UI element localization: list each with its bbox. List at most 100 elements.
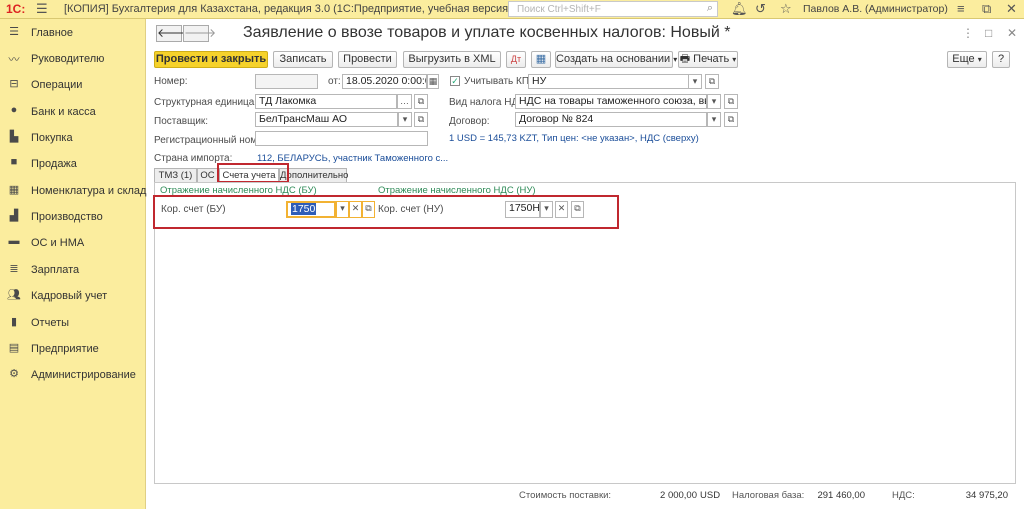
vat-type-select[interactable]: НДС на товары таможенного союза, ввоз [515, 94, 707, 109]
sidebar-item-label: Зарплата [31, 264, 80, 276]
history-icon[interactable]: ↺ [755, 1, 766, 17]
people-icon: 👥︎ [7, 289, 21, 301]
open-link-icon[interactable]: ⧉ [414, 112, 428, 127]
supplier-input[interactable]: БелТрансМаш АО [255, 112, 398, 127]
sidebar-item-label: Продажа [31, 158, 77, 170]
dt-kt-icon[interactable]: Дт [506, 51, 526, 68]
sidebar-item-salary[interactable]: ≣ Зарплата [0, 257, 146, 283]
rate-info-link[interactable]: 1 USD = 145,73 KZT, Тип цен: <не указан>… [449, 133, 699, 144]
create-based-on-button[interactable]: Создать на основании ▾ [555, 51, 677, 68]
tab-additional[interactable]: Дополнительно [279, 168, 348, 183]
open-link-icon[interactable]: ⧉ [724, 112, 738, 127]
sidebar-item-label: Руководителю [31, 53, 105, 65]
kpn-type-select[interactable]: НУ [528, 74, 702, 89]
taxbase-label: Налоговая база: [732, 490, 805, 501]
sidebar-item-enterprise[interactable]: ▤ Предприятие [0, 336, 146, 362]
reg-number-input[interactable] [255, 131, 428, 146]
close-form-icon[interactable]: ✕ [1007, 26, 1017, 40]
restore-window-icon[interactable]: ⧉ [982, 1, 991, 17]
forward-button[interactable]: 🡒 [183, 25, 216, 42]
dropdown-arrow-icon[interactable]: ▾ [398, 112, 412, 127]
dropdown-arrow-icon: ▾ [977, 55, 982, 64]
currency-value: USD [700, 490, 721, 501]
open-link-icon[interactable]: ⧉ [414, 94, 428, 109]
unit-label: Структурная единица: [154, 97, 258, 108]
sidebar-item-manager[interactable]: 〰 Руководителю [0, 46, 146, 72]
help-button[interactable]: ? [992, 51, 1010, 68]
dropdown-arrow-icon[interactable]: ▾ [688, 74, 702, 89]
sidebar-item-label: Отчеты [31, 317, 70, 329]
sidebar-item-sales[interactable]: ■ Продажа [0, 151, 146, 177]
sidebar-item-purchases[interactable]: ▙ Покупка [0, 125, 146, 151]
cart-icon: ▙ [9, 131, 19, 143]
tab-fixed-assets[interactable]: ОС [197, 168, 218, 183]
sidebar-item-label: Покупка [31, 132, 73, 144]
structure-icon[interactable]: ▦ [531, 51, 551, 68]
dropdown-arrow-icon: ▾ [673, 55, 678, 64]
dropdown-arrow-icon: ▾ [732, 55, 737, 64]
current-user[interactable]: Павлов А.В. (Администратор) [803, 3, 948, 15]
sidebar-item-label: Номенклатура и склад [31, 185, 147, 197]
date-input[interactable]: 18.05.2020 0:00:0 [342, 74, 427, 89]
sidebar-item-label: ОС и НМА [31, 237, 85, 249]
number-label: Номер: [154, 76, 188, 87]
reg-number-label: Регистрационный номер: [154, 135, 272, 146]
post-and-close-button[interactable]: Провести и закрыть [154, 51, 268, 68]
printer-icon: 🖶︎ [679, 53, 691, 65]
title-bar: 1С: ☰ [КОПИЯ] Бухгалтерия для Казахстана… [0, 0, 1024, 19]
calendar-icon[interactable]: ▦ [427, 74, 439, 89]
choose-button[interactable]: … [397, 94, 412, 109]
document-icon: ▤ [8, 342, 20, 354]
dropdown-arrow-icon[interactable]: ▾ [707, 112, 721, 127]
maximize-icon[interactable]: □ [985, 26, 992, 40]
menu-icon: ☰ [9, 26, 19, 38]
close-window-icon[interactable]: ✕ [1006, 1, 1017, 17]
tab-goods[interactable]: ТМЗ (1) [154, 168, 197, 183]
operations-icon: ⊟ [9, 78, 19, 90]
sidebar-item-label: Кадровый учет [31, 290, 108, 302]
search-icon[interactable]: ⌕ [707, 2, 713, 15]
search-placeholder: Поиск Ctrl+Shift+F [517, 4, 601, 15]
kpn-label: Учитывать КПН [464, 76, 537, 87]
sidebar-item-hr[interactable]: 👥︎ Кадровый учет [0, 283, 146, 309]
factory-icon: ▟ [9, 210, 19, 222]
star-icon[interactable]: ☆ [780, 1, 792, 17]
global-search-input[interactable]: Поиск Ctrl+Shift+F ⌕ [508, 1, 718, 17]
sidebar-item-reports[interactable]: ▮ Отчеты [0, 310, 146, 336]
main-menu-icon[interactable]: ☰ [36, 1, 48, 17]
settings-menu-icon[interactable]: ≡ [957, 1, 965, 16]
list-icon: ≣ [9, 263, 19, 275]
bell-icon[interactable]: 🔔︎ [731, 1, 748, 17]
gear-icon: ⚙ [9, 368, 19, 380]
save-button[interactable]: Записать [273, 51, 333, 68]
taxbase-value: 291 460,00 [817, 490, 865, 501]
tab-highlight-frame [217, 163, 289, 183]
sidebar-item-label: Банк и касса [31, 106, 96, 118]
sidebar-item-fixed-assets[interactable]: ▬ ОС и НМА [0, 230, 146, 256]
dropdown-arrow-icon[interactable]: ▾ [707, 94, 721, 109]
open-link-icon[interactable]: ⧉ [724, 94, 738, 109]
sidebar-item-main[interactable]: ☰ Главное [0, 20, 146, 46]
export-xml-button[interactable]: Выгрузить в XML [403, 51, 501, 68]
sections-panel: ☰ Главное 〰 Руководителю ⊟ Операции ● Ба… [0, 19, 146, 509]
totals-footer: Стоимость поставки: 2 000,00 USD Налогов… [147, 485, 1024, 509]
sidebar-item-bank[interactable]: ● Банк и касса [0, 99, 146, 125]
unit-input[interactable]: ТД Лакомка [255, 94, 397, 109]
number-input[interactable] [255, 74, 318, 89]
sidebar-item-nomenclature[interactable]: ▦ Номенклатура и склад [0, 178, 147, 204]
print-button[interactable]: 🖶︎ Печать ▾ [678, 51, 738, 68]
sidebar-item-administration[interactable]: ⚙ Администрирование [0, 362, 146, 388]
more-button[interactable]: Еще ▾ [947, 51, 987, 68]
bag-icon: ■ [10, 156, 18, 168]
open-link-icon[interactable]: ⧉ [705, 74, 719, 89]
sidebar-item-operations[interactable]: ⊟ Операции [0, 72, 146, 98]
sidebar-item-production[interactable]: ▟ Производство [0, 204, 146, 230]
chart-trend-icon: 〰 [8, 54, 20, 66]
form-title: Заявление о ввозе товаров и уплате косве… [243, 24, 731, 41]
form-menu-icon[interactable]: ⋮ [962, 26, 974, 40]
back-button[interactable]: 🡐 [156, 25, 189, 42]
contract-input[interactable]: Договор № 824 [515, 112, 707, 127]
post-button[interactable]: Провести [338, 51, 397, 68]
sidebar-item-label: Производство [31, 211, 103, 223]
kpn-checkbox[interactable]: ✓ [450, 76, 460, 86]
